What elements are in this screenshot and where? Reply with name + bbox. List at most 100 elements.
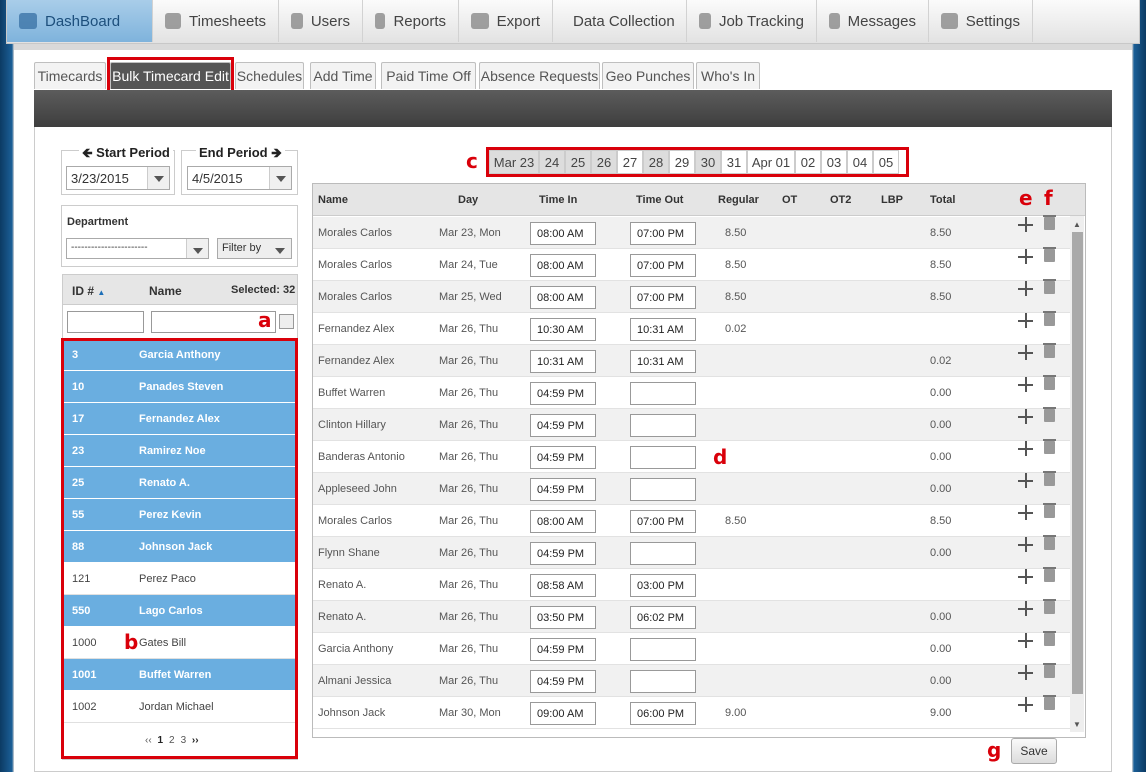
timecard-row: Banderas Antonio Mar 26, Thu 0.00 bbox=[313, 439, 1071, 473]
tab-who-s-in[interactable]: Who's In bbox=[696, 62, 760, 89]
time-out-input[interactable] bbox=[630, 638, 696, 661]
delete-row-icon[interactable] bbox=[1043, 311, 1056, 326]
select-all-checkbox[interactable] bbox=[279, 314, 294, 329]
add-row-icon[interactable] bbox=[1018, 633, 1033, 648]
nav-job-tracking[interactable]: Job Tracking bbox=[687, 0, 817, 42]
delete-row-icon[interactable] bbox=[1043, 439, 1056, 454]
time-in-input[interactable] bbox=[530, 254, 596, 277]
tab-geo-punches[interactable]: Geo Punches bbox=[602, 62, 694, 89]
row-day: Mar 26, Thu bbox=[439, 451, 499, 463]
add-row-icon[interactable] bbox=[1018, 537, 1033, 552]
time-in-input[interactable] bbox=[530, 702, 596, 725]
time-out-input[interactable] bbox=[630, 254, 696, 277]
time-in-input[interactable] bbox=[530, 318, 596, 341]
time-in-input[interactable] bbox=[530, 222, 596, 245]
add-row-icon[interactable] bbox=[1018, 409, 1033, 424]
time-in-input[interactable] bbox=[530, 478, 596, 501]
add-row-icon[interactable] bbox=[1018, 601, 1033, 616]
time-out-input[interactable] bbox=[630, 350, 696, 373]
delete-row-icon[interactable] bbox=[1043, 407, 1056, 422]
time-in-input[interactable] bbox=[530, 574, 596, 597]
scroll-up-icon[interactable]: ▲ bbox=[1073, 220, 1081, 229]
add-row-icon[interactable] bbox=[1018, 377, 1033, 392]
delete-row-icon[interactable] bbox=[1043, 215, 1056, 230]
delete-row-icon[interactable] bbox=[1043, 599, 1056, 614]
save-button[interactable]: Save bbox=[1011, 738, 1057, 764]
add-row-icon[interactable] bbox=[1018, 281, 1033, 296]
time-out-input[interactable] bbox=[630, 222, 696, 245]
delete-row-icon[interactable] bbox=[1043, 631, 1056, 646]
scrollbar-thumb[interactable] bbox=[1072, 232, 1083, 694]
time-out-input[interactable] bbox=[630, 542, 696, 565]
time-out-input[interactable] bbox=[630, 510, 696, 533]
tab-schedules[interactable]: Schedules bbox=[235, 62, 304, 89]
time-in-input[interactable] bbox=[530, 286, 596, 309]
tab-add-time[interactable]: Add Time bbox=[310, 62, 376, 89]
annotation-d: d bbox=[713, 445, 728, 469]
sort-ascending-icon: ▲ bbox=[97, 288, 106, 297]
start-period-select[interactable]: 3/23/2015 bbox=[66, 166, 170, 190]
delete-row-icon[interactable] bbox=[1043, 535, 1056, 550]
add-row-icon[interactable] bbox=[1018, 505, 1033, 520]
scroll-down-icon[interactable]: ▼ bbox=[1073, 720, 1081, 729]
filter-by-select[interactable]: Filter by bbox=[217, 238, 292, 259]
time-in-input[interactable] bbox=[530, 382, 596, 405]
time-in-input[interactable] bbox=[530, 446, 596, 469]
department-select[interactable]: ----------------------- bbox=[66, 238, 209, 259]
time-in-input[interactable] bbox=[530, 638, 596, 661]
time-in-input[interactable] bbox=[530, 670, 596, 693]
add-row-icon[interactable] bbox=[1018, 697, 1033, 712]
nav-export[interactable]: Export bbox=[459, 0, 553, 42]
time-in-input[interactable] bbox=[530, 542, 596, 565]
time-out-input[interactable] bbox=[630, 478, 696, 501]
delete-row-icon[interactable] bbox=[1043, 663, 1056, 678]
time-out-input[interactable] bbox=[630, 382, 696, 405]
time-out-input[interactable] bbox=[630, 414, 696, 437]
nav-timesheets[interactable]: Timesheets bbox=[153, 0, 279, 42]
delete-row-icon[interactable] bbox=[1043, 247, 1056, 262]
delete-row-icon[interactable] bbox=[1043, 279, 1056, 294]
tab-timecards[interactable]: Timecards bbox=[34, 62, 106, 89]
nav-users[interactable]: Users bbox=[279, 0, 363, 42]
time-in-input[interactable] bbox=[530, 414, 596, 437]
delete-row-icon[interactable] bbox=[1043, 375, 1056, 390]
time-out-input[interactable] bbox=[630, 286, 696, 309]
nav-settings[interactable]: Settings bbox=[929, 0, 1033, 42]
add-row-icon[interactable] bbox=[1018, 249, 1033, 264]
row-day: Mar 23, Mon bbox=[439, 227, 501, 239]
name-column-header[interactable]: Name bbox=[149, 284, 182, 298]
time-out-input[interactable] bbox=[630, 702, 696, 725]
delete-row-icon[interactable] bbox=[1043, 503, 1056, 518]
add-row-icon[interactable] bbox=[1018, 665, 1033, 680]
id-filter-input[interactable] bbox=[67, 311, 144, 333]
row-total: 0.00 bbox=[930, 547, 952, 559]
add-row-icon[interactable] bbox=[1018, 473, 1033, 488]
tab-absence-requests[interactable]: Absence Requests bbox=[479, 62, 600, 89]
time-out-input[interactable] bbox=[630, 606, 696, 629]
delete-row-icon[interactable] bbox=[1043, 343, 1056, 358]
time-in-input[interactable] bbox=[530, 350, 596, 373]
add-row-icon[interactable] bbox=[1018, 313, 1033, 328]
nav-data-collection[interactable]: Data Collection bbox=[553, 0, 687, 42]
timecard-grid: Name Day Time In Time Out Regular OT OT2… bbox=[312, 183, 1086, 738]
time-out-input[interactable] bbox=[630, 318, 696, 341]
time-in-input[interactable] bbox=[530, 510, 596, 533]
add-row-icon[interactable] bbox=[1018, 441, 1033, 456]
add-row-icon[interactable] bbox=[1018, 217, 1033, 232]
delete-row-icon[interactable] bbox=[1043, 567, 1056, 582]
timecard-row: Fernandez Alex Mar 26, Thu 0.02 bbox=[313, 343, 1071, 377]
tab-paid-time-off[interactable]: Paid Time Off bbox=[381, 62, 476, 89]
end-period-select[interactable]: 4/5/2015 bbox=[187, 166, 292, 190]
nav-messages[interactable]: Messages bbox=[817, 0, 929, 42]
time-out-input[interactable] bbox=[630, 446, 696, 469]
time-out-input[interactable] bbox=[630, 670, 696, 693]
time-in-input[interactable] bbox=[530, 606, 596, 629]
add-row-icon[interactable] bbox=[1018, 345, 1033, 360]
delete-row-icon[interactable] bbox=[1043, 695, 1056, 710]
nav-dashboard[interactable]: DashBoard bbox=[7, 0, 153, 42]
nav-reports[interactable]: Reports bbox=[363, 0, 459, 42]
delete-row-icon[interactable] bbox=[1043, 471, 1056, 486]
add-row-icon[interactable] bbox=[1018, 569, 1033, 584]
time-out-input[interactable] bbox=[630, 574, 696, 597]
id-column-header[interactable]: ID # ▲ bbox=[72, 284, 105, 298]
